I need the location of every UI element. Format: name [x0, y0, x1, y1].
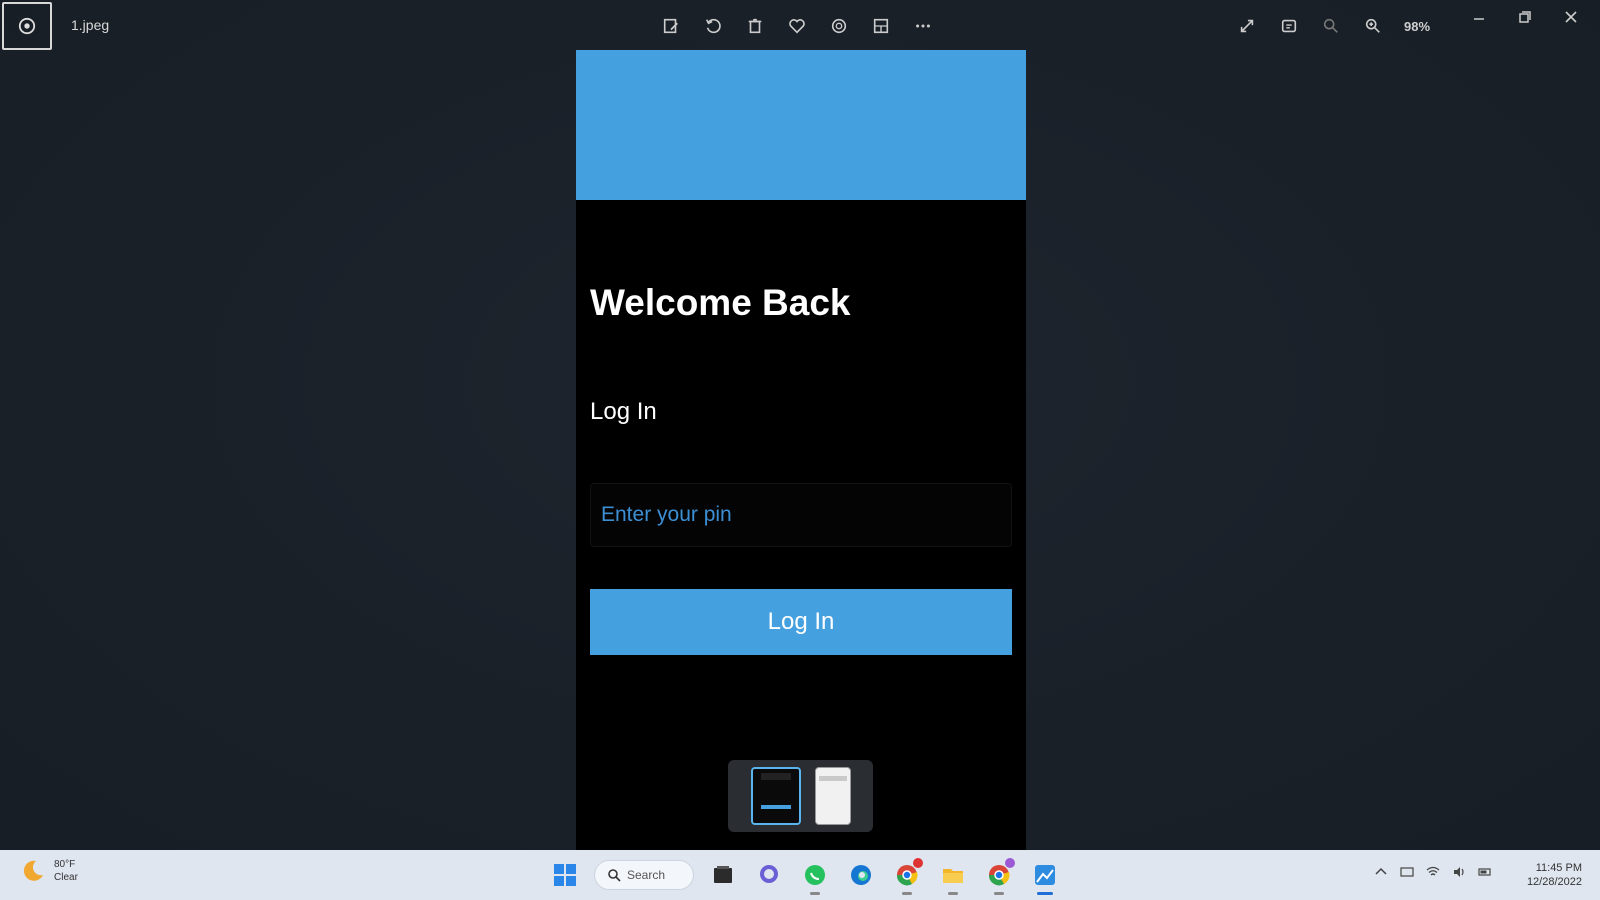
system-tray [1374, 865, 1492, 879]
filmstrip [728, 760, 873, 832]
clock-time: 11:45 PM [1535, 862, 1582, 874]
volume-icon[interactable] [1452, 865, 1466, 879]
moon-icon [23, 860, 43, 881]
running-indicator [948, 892, 958, 895]
profile-badge [1005, 858, 1015, 868]
whatsapp-icon [805, 865, 825, 885]
active-indicator [1037, 892, 1053, 895]
restore-button[interactable] [1516, 8, 1534, 26]
edge-app[interactable] [844, 858, 878, 892]
crop-icon [873, 18, 889, 34]
edit-icon [663, 18, 678, 34]
minimize-icon [1474, 18, 1484, 20]
edge-icon [851, 865, 871, 885]
info-button[interactable] [1278, 15, 1300, 37]
weather-widget[interactable]: 80°F Clear [20, 858, 78, 884]
running-indicator [994, 892, 1004, 895]
delete-icon [748, 18, 762, 34]
pin-input[interactable] [590, 483, 1012, 547]
crop-button[interactable] [870, 15, 892, 37]
file-name: 1.jpeg [71, 17, 110, 33]
keyboard-icon[interactable] [1400, 865, 1414, 879]
photos-app-icon [18, 17, 36, 35]
thumbnail-current[interactable] [750, 767, 801, 825]
favorite-button[interactable] [786, 15, 808, 37]
taskbar-search[interactable]: Search [594, 860, 694, 890]
welcome-heading: Welcome Back [590, 282, 851, 323]
start-button[interactable] [548, 858, 582, 892]
filter-button[interactable] [828, 15, 850, 37]
thumbnail-next[interactable] [814, 767, 851, 825]
restore-icon [1519, 11, 1531, 23]
zoom-level[interactable]: 98% [1404, 19, 1438, 34]
info-icon [1281, 19, 1297, 33]
taskbar-apps: Search [548, 856, 1062, 895]
title-bar: 1.jpeg 98% [0, 0, 1600, 52]
zoom-out-icon [1323, 18, 1338, 33]
fullscreen-button[interactable] [1236, 15, 1258, 37]
search-icon [608, 869, 621, 882]
running-indicator [902, 892, 912, 895]
search-label: Search [627, 868, 666, 882]
battery-icon[interactable] [1478, 865, 1492, 879]
close-icon [1565, 11, 1577, 23]
close-button[interactable] [1562, 8, 1580, 26]
displayed-image: Welcome Back Log In Log In [576, 50, 1026, 850]
login-button[interactable]: Log In [590, 589, 1012, 655]
chat-icon [760, 865, 778, 883]
app-header-bar [576, 50, 1026, 200]
weather-condition: Clear [54, 872, 78, 883]
clock-date: 12/28/2022 [1526, 876, 1582, 888]
windows-start-icon [554, 864, 576, 886]
taskbar: 80°F Clear Search 11:45 PM 12/28/2022 [0, 850, 1600, 900]
chat-app[interactable] [752, 858, 786, 892]
app-menu-button[interactable] [2, 2, 52, 50]
chevron-up-icon[interactable] [1374, 865, 1388, 879]
chrome-profile-app[interactable] [982, 858, 1016, 895]
file-explorer-app[interactable] [936, 858, 970, 895]
delete-button[interactable] [744, 15, 766, 37]
more-icon [916, 24, 930, 28]
chrome-app[interactable] [890, 858, 924, 895]
window-controls [1470, 8, 1580, 26]
folder-icon [943, 869, 963, 883]
zoom-in-button[interactable] [1362, 15, 1384, 37]
login-subheading: Log In [590, 398, 657, 425]
photos-icon [1035, 865, 1055, 885]
clock[interactable]: 11:45 PM 12/28/2022 [1527, 861, 1582, 889]
view-tools: 98% [1236, 14, 1438, 38]
edit-button[interactable] [660, 15, 682, 37]
zoom-out-button[interactable] [1320, 15, 1342, 37]
favorite-icon [789, 19, 805, 34]
task-view-button[interactable] [706, 858, 740, 892]
photo-viewer-window: 1.jpeg 98% Welcome Back Log In Enter you… [0, 0, 1600, 850]
more-button[interactable] [912, 15, 934, 37]
minimize-button[interactable] [1470, 8, 1488, 26]
fullscreen-icon [1240, 19, 1254, 33]
file-explorer-icon [714, 866, 732, 883]
running-indicator [810, 892, 820, 895]
notification-badge [913, 858, 923, 868]
viewer-toolbar [660, 14, 934, 38]
filter-icon [831, 18, 847, 34]
weather-temperature: 80°F [54, 859, 76, 870]
whatsapp-app[interactable] [798, 858, 832, 895]
photos-app[interactable] [1028, 858, 1062, 895]
rotate-button[interactable] [702, 15, 724, 37]
rotate-icon [705, 18, 721, 34]
wifi-icon[interactable] [1426, 865, 1440, 879]
zoom-in-icon [1365, 18, 1380, 33]
